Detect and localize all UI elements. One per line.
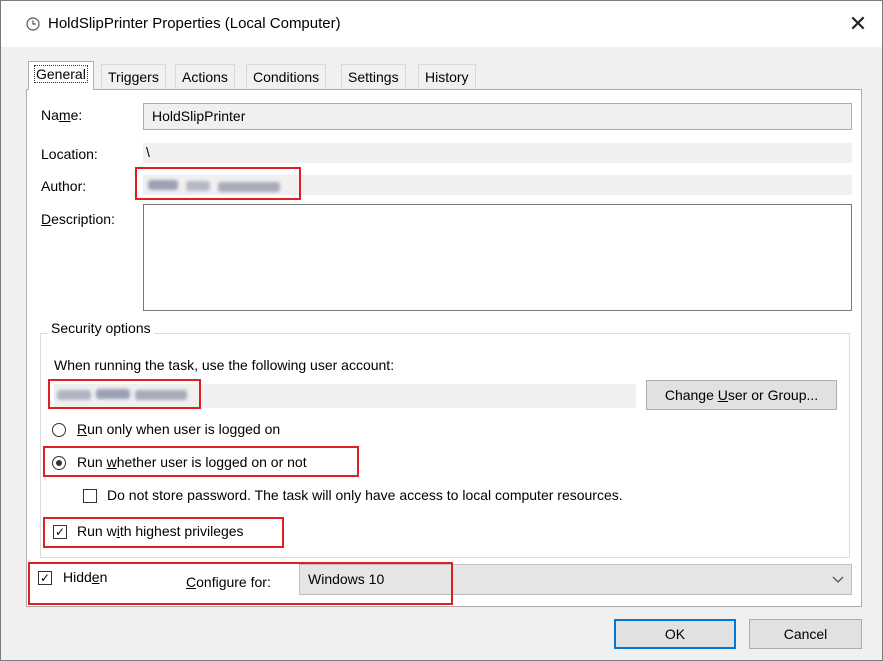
- location-label: Location:: [41, 146, 98, 162]
- radio-run-when-logged-on-label[interactable]: Run only when user is logged on: [77, 421, 280, 437]
- title-bar[interactable]: HoldSlipPrinter Properties (Local Comput…: [1, 1, 882, 47]
- do-not-store-password-label[interactable]: Do not store password. The task will onl…: [107, 487, 623, 503]
- tab-general[interactable]: General: [28, 61, 94, 90]
- clock-icon: [26, 17, 40, 31]
- location-value-box: [143, 143, 852, 163]
- window-title: HoldSlipPrinter Properties (Local Comput…: [48, 15, 341, 32]
- name-label: Name:: [41, 107, 83, 123]
- do-not-store-password-checkbox[interactable]: [83, 489, 97, 503]
- location-value: \: [146, 144, 150, 160]
- redacted-text: [186, 181, 210, 191]
- tab-conditions[interactable]: Conditions: [246, 64, 327, 89]
- highest-privileges-checkbox[interactable]: ✓: [53, 525, 67, 539]
- radio-run-whether-logged-on-label[interactable]: Run whether user is logged on or not: [77, 454, 307, 470]
- configure-for-label: Configure for:: [186, 574, 271, 590]
- redacted-text: [148, 180, 178, 190]
- cancel-button[interactable]: Cancel: [749, 619, 862, 649]
- redacted-text: [218, 182, 280, 192]
- configure-for-dropdown[interactable]: Windows 10: [299, 564, 852, 595]
- author-label: Author:: [41, 178, 87, 194]
- tab-settings[interactable]: Settings: [341, 64, 406, 89]
- tab-actions[interactable]: Actions: [175, 64, 235, 89]
- hidden-checkbox[interactable]: ✓: [38, 571, 52, 585]
- description-label: Description:: [41, 211, 115, 227]
- change-user-button[interactable]: Change User or Group...: [646, 380, 837, 410]
- tab-history[interactable]: History: [418, 64, 476, 89]
- radio-run-whether-logged-on[interactable]: [52, 456, 66, 470]
- name-field[interactable]: HoldSlipPrinter: [143, 103, 852, 130]
- radio-run-when-logged-on[interactable]: [52, 423, 66, 437]
- tab-triggers[interactable]: Triggers: [101, 64, 166, 89]
- configure-for-value: Windows 10: [308, 571, 385, 587]
- account-prompt: When running the task, use the following…: [54, 357, 395, 373]
- redacted-text: [96, 389, 130, 399]
- ok-button[interactable]: OK: [614, 619, 736, 649]
- tab-label: General: [34, 65, 88, 83]
- description-field[interactable]: [143, 204, 852, 311]
- security-options-title: Security options: [48, 320, 154, 336]
- highest-privileges-label[interactable]: Run with highest privileges: [77, 523, 244, 539]
- redacted-text: [57, 390, 91, 400]
- hidden-label[interactable]: Hidden: [63, 569, 107, 585]
- close-button[interactable]: ✕: [841, 9, 875, 39]
- redacted-text: [135, 390, 187, 400]
- chevron-down-icon: [832, 576, 844, 583]
